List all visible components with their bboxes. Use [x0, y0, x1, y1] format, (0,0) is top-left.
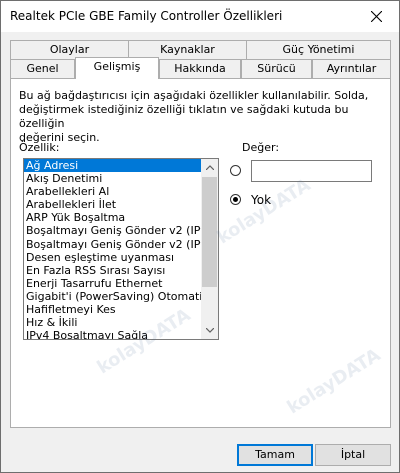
property-list-item[interactable]: Akış Denetimi [24, 172, 202, 185]
scroll-up-button[interactable] [201, 159, 218, 176]
value-input[interactable] [251, 160, 372, 182]
property-list-item[interactable]: Enerji Tasarrufu Ethernet [24, 277, 202, 290]
description-text: Bu ağ bağdaştırıcısı için aşağıdaki özel… [19, 89, 369, 144]
property-list-item[interactable]: IPv4 Boşaltmayı Sağla [24, 329, 202, 339]
tab-guc-yonetimi[interactable]: Güç Yönetimi [246, 40, 391, 59]
property-listbox[interactable]: Ağ Adresi Akış Denetimi Arabellekleri Al Ar… [23, 158, 219, 340]
cancel-button[interactable]: İptal [315, 444, 391, 466]
none-radio[interactable] [230, 194, 241, 205]
property-list-item[interactable]: Arabellekleri İlet [24, 198, 202, 211]
tab-surucu[interactable]: Sürücü [241, 59, 312, 79]
ok-button[interactable]: Tamam [237, 444, 313, 466]
scroll-thumb[interactable] [202, 177, 217, 287]
advanced-panel: Bu ağ bağdaştırıcısı için aşağıdaki özel… [10, 78, 391, 428]
property-list-item[interactable]: Gigabit'i (PowerSaving) Otomatik C [24, 290, 202, 303]
close-icon [370, 11, 382, 22]
window-title: Realtek PCIe GBE Family Controller Özell… [10, 9, 283, 23]
chevron-down-icon [205, 328, 214, 333]
properties-dialog: Realtek PCIe GBE Family Controller Özell… [0, 0, 400, 473]
property-list: Ağ Adresi Akış Denetimi Arabellekleri Al Ar… [24, 159, 202, 339]
property-list-item[interactable]: Ağ Adresi [24, 159, 202, 173]
title-bar: Realtek PCIe GBE Family Controller Özell… [1, 1, 399, 32]
property-list-item[interactable]: Hız & İkili [24, 316, 202, 329]
value-radio[interactable] [230, 165, 241, 176]
none-label: Yok [251, 193, 272, 207]
tab-gelismis[interactable]: Gelişmiş [75, 57, 159, 79]
property-list-item[interactable]: ARP Yük Boşaltma [24, 211, 202, 224]
property-list-item[interactable]: En Fazla RSS Sırası Sayısı [24, 264, 202, 277]
chevron-up-icon [205, 165, 214, 170]
tab-genel[interactable]: Genel [10, 59, 75, 79]
property-list-item[interactable]: Boşaltmayı Geniş Gönder v2 (IPv4) [24, 224, 202, 237]
property-list-item[interactable]: Arabellekleri Al [24, 185, 202, 198]
property-list-item[interactable]: Hafifletmeyi Kes [24, 303, 202, 316]
list-scrollbar[interactable] [201, 159, 218, 339]
tab-ayrintilar[interactable]: Ayrıntılar [312, 59, 391, 79]
scroll-down-button[interactable] [201, 322, 218, 339]
property-list-item[interactable]: Boşaltmayı Geniş Gönder v2 (IPv6) [24, 238, 202, 251]
value-label: Değer: [242, 141, 280, 154]
close-button[interactable] [353, 1, 399, 32]
property-label: Özellik: [19, 141, 60, 154]
property-list-item[interactable]: Desen eşleştime uyanması [24, 251, 202, 264]
tab-hakkinda[interactable]: Hakkında [159, 59, 241, 79]
